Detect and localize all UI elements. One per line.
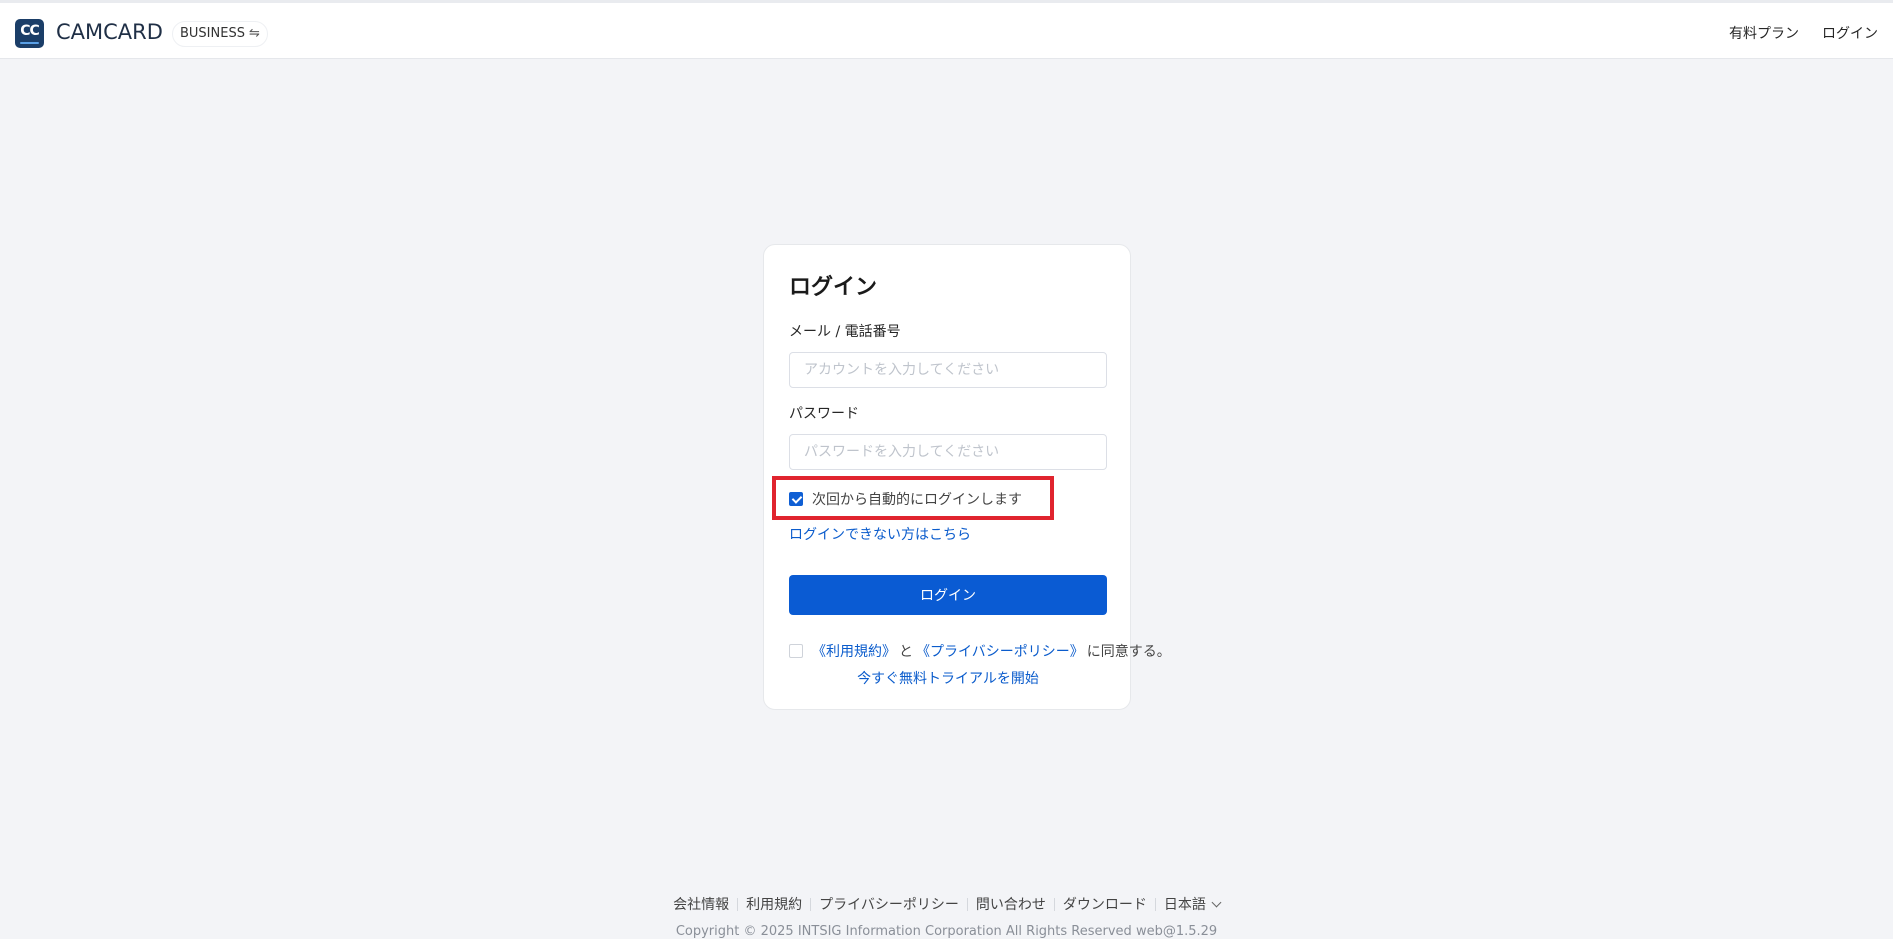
footer-divider — [737, 897, 739, 911]
password-label: パスワード — [789, 406, 859, 422]
login-title: ログイン — [789, 275, 878, 300]
footer-divider — [1053, 897, 1055, 911]
nav-paid-plan-link[interactable]: 有料プラン — [1729, 23, 1799, 43]
header-nav: 有料プラン ログイン — [1729, 23, 1878, 43]
footer-divider — [966, 897, 968, 911]
footer-divider — [810, 897, 812, 911]
swap-icon: ⇋ — [248, 26, 260, 41]
account-label: メール / 電話番号 — [789, 324, 901, 340]
privacy-link[interactable]: 《プライバシーポリシー》 — [916, 641, 1084, 661]
nav-login-link[interactable]: ログイン — [1822, 23, 1878, 43]
footer-terms-link[interactable]: 利用規約 — [746, 894, 802, 914]
edition-switch[interactable]: BUSINESS ⇋ — [172, 21, 268, 47]
agree-suffix-text: に同意する。 — [1086, 644, 1171, 660]
language-label: 日本語 — [1163, 897, 1206, 913]
login-button[interactable]: ログイン — [789, 575, 1107, 615]
agree-checkbox[interactable] — [789, 644, 803, 658]
terms-link[interactable]: 《利用規約》 — [812, 641, 896, 661]
footer-divider — [1154, 897, 1156, 911]
password-input[interactable] — [789, 434, 1107, 470]
remember-me-checkbox[interactable] — [789, 492, 803, 506]
brand-name[interactable]: CAMCARD — [56, 20, 163, 44]
camcard-logo-icon[interactable]: CC — [15, 19, 44, 48]
top-navigation-bar: CC CAMCARD BUSINESS ⇋ 有料プラン ログイン — [0, 0, 1893, 59]
login-card: ログイン メール / 電話番号 パスワード 次回から自動的にログインします ログ… — [763, 244, 1171, 710]
account-input[interactable] — [789, 352, 1107, 388]
free-trial-link[interactable]: 今すぐ無料トライアルを開始 — [764, 668, 1132, 688]
footer-privacy-link[interactable]: プライバシーポリシー — [819, 894, 959, 914]
footer-contact-link[interactable]: 問い合わせ — [976, 894, 1046, 914]
agree-and-text: と — [899, 644, 913, 660]
edition-label: BUSINESS — [180, 26, 245, 41]
agreement-row: 《利用規約》 と 《プライバシーポリシー》 に同意する。 — [789, 641, 1171, 661]
remember-me-label: 次回から自動的にログインします — [812, 492, 1022, 508]
language-selector[interactable]: 日本語 — [1163, 894, 1222, 914]
chevron-down-icon — [1211, 897, 1222, 908]
footer-download-link[interactable]: ダウンロード — [1063, 894, 1147, 914]
footer-links: 会社情報 利用規約 プライバシーポリシー 問い合わせ ダウンロード 日本語 — [0, 894, 1893, 914]
footer-company-link[interactable]: 会社情報 — [673, 894, 729, 914]
remember-me-option[interactable]: 次回から自動的にログインします — [789, 489, 1022, 509]
forgot-login-link[interactable]: ログインできない方はこちら — [789, 524, 971, 544]
